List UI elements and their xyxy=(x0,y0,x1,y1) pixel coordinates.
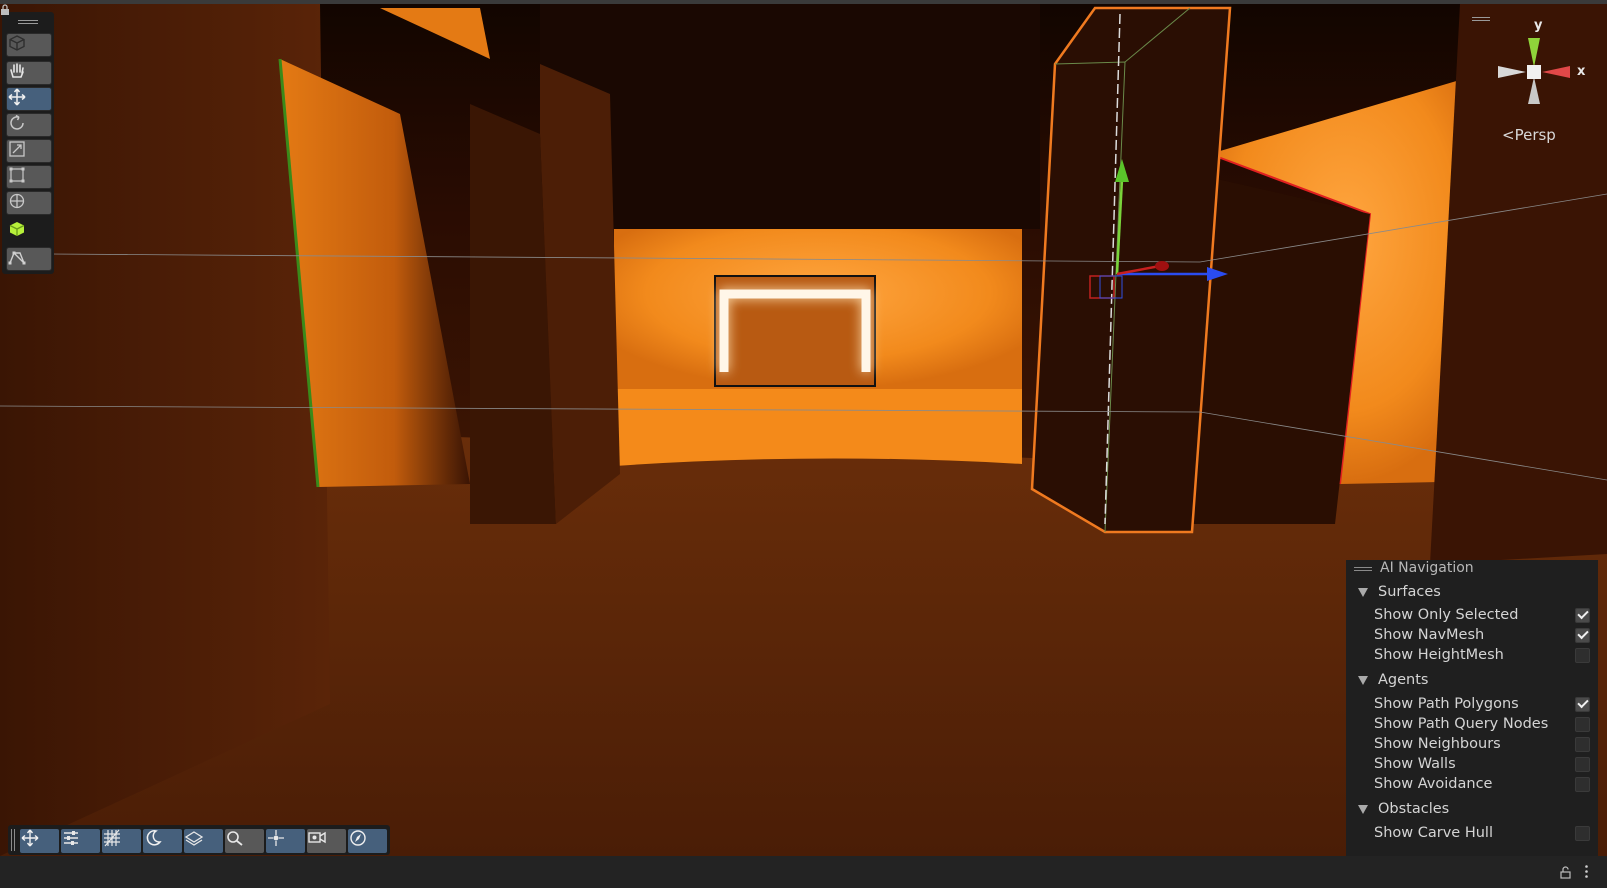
checkbox[interactable] xyxy=(1575,607,1590,623)
sliders-icon xyxy=(64,831,78,845)
scale-tool-button[interactable] xyxy=(6,139,52,163)
checkbox[interactable] xyxy=(1575,696,1590,712)
section-obstacles[interactable]: Obstacles xyxy=(1358,799,1449,819)
option-label: Show Neighbours xyxy=(1374,736,1501,752)
option-show-carve-hull[interactable]: Show Carve Hull xyxy=(1374,823,1590,843)
option-label: Show HeightMesh xyxy=(1374,647,1504,663)
projection-toggle[interactable]: <Persp xyxy=(1502,126,1556,144)
toolbar-grip-handle[interactable] xyxy=(11,829,12,851)
scene-view-toolbar xyxy=(8,825,390,855)
grid-toggle-button[interactable] xyxy=(102,829,141,853)
scene-viewport[interactable]: y x <Persp AI Navigation Surfaces Show O… xyxy=(0,4,1607,856)
transform-icon xyxy=(9,193,25,209)
option-label: Show Path Query Nodes xyxy=(1374,716,1549,732)
checkbox[interactable] xyxy=(1575,756,1590,772)
option-label: Show NavMesh xyxy=(1374,627,1485,643)
gizmo-grip-handle[interactable] xyxy=(1472,17,1490,18)
section-label: Surfaces xyxy=(1378,584,1441,600)
search-scene-button[interactable] xyxy=(225,829,264,853)
navmesh-tool-button[interactable] xyxy=(6,247,52,271)
search-icon xyxy=(227,831,243,846)
move-gizmo-toggle-button[interactable] xyxy=(20,829,59,853)
option-show-heightmesh[interactable]: Show HeightMesh xyxy=(1374,645,1590,665)
orientation-gizmo[interactable]: y x xyxy=(1494,18,1594,110)
move-arrows-icon xyxy=(21,829,39,847)
tools-grip-handle-line xyxy=(18,23,38,24)
navigation-overlay-button[interactable] xyxy=(348,829,387,853)
option-label: Show Avoidance xyxy=(1374,776,1493,792)
scale-icon xyxy=(9,141,25,157)
ai-navigation-header[interactable]: AI Navigation xyxy=(1346,560,1598,578)
view-tool-button[interactable] xyxy=(6,33,52,57)
section-label: Agents xyxy=(1378,672,1429,688)
scene-view-window: y x <Persp AI Navigation Surfaces Show O… xyxy=(0,0,1607,888)
checkbox[interactable] xyxy=(1575,736,1590,752)
check-icon xyxy=(1576,696,1589,709)
section-agents[interactable]: Agents xyxy=(1358,670,1428,690)
ai-navigation-overlay: AI Navigation Surfaces Show Only Selecte… xyxy=(1346,560,1598,856)
check-icon xyxy=(1576,627,1589,640)
tools-overlay xyxy=(2,12,54,274)
foldout-arrow-icon xyxy=(1358,675,1368,685)
lock-open-icon[interactable] xyxy=(1560,866,1571,879)
ai-navigation-title: AI Navigation xyxy=(1380,560,1474,576)
option-show-navmesh[interactable]: Show NavMesh xyxy=(1374,625,1590,645)
tools-grip-handle[interactable] xyxy=(18,20,38,21)
pivot-toggle-button[interactable] xyxy=(266,829,305,853)
rotate-icon xyxy=(10,114,24,130)
foldout-arrow-icon xyxy=(1358,587,1368,597)
projection-label: Persp xyxy=(1514,126,1556,144)
option-show-avoidance[interactable]: Show Avoidance xyxy=(1374,774,1590,794)
gizmo-y-label[interactable]: y xyxy=(1534,18,1542,33)
layers-icon xyxy=(184,831,204,846)
option-label: Show Path Polygons xyxy=(1374,696,1519,712)
section-surfaces[interactable]: Surfaces xyxy=(1358,582,1441,602)
camera-visibility-button[interactable] xyxy=(307,829,346,853)
option-label: Show Only Selected xyxy=(1374,607,1519,623)
option-show-neighbours[interactable]: Show Neighbours xyxy=(1374,734,1590,754)
option-label: Show Carve Hull xyxy=(1374,825,1493,841)
navmesh-path-icon xyxy=(8,251,26,265)
section-label: Obstacles xyxy=(1378,801,1450,817)
checkbox[interactable] xyxy=(1575,647,1590,663)
overlay-grip-handle[interactable] xyxy=(1354,567,1372,568)
checkbox[interactable] xyxy=(1575,627,1590,643)
gizmo-x-label[interactable]: x xyxy=(1577,64,1585,79)
moon-icon xyxy=(146,830,162,846)
green-cube-icon xyxy=(9,222,25,236)
checkbox[interactable] xyxy=(1575,716,1590,732)
option-show-only-selected[interactable]: Show Only Selected xyxy=(1374,605,1590,625)
rect-transform-icon xyxy=(9,167,25,183)
checkbox[interactable] xyxy=(1575,825,1590,841)
pivot-icon xyxy=(268,830,284,846)
scene-settings-button[interactable] xyxy=(61,829,100,853)
cube-outline-icon xyxy=(9,35,25,51)
option-label: Show Walls xyxy=(1374,756,1456,772)
option-show-path-query-nodes[interactable]: Show Path Query Nodes xyxy=(1374,714,1590,734)
kebab-menu-icon[interactable] xyxy=(1585,865,1588,878)
status-bar xyxy=(0,856,1607,888)
compass-icon xyxy=(350,830,366,846)
hand-icon xyxy=(10,63,24,78)
rect-tool-button[interactable] xyxy=(6,165,52,189)
rotate-tool-button[interactable] xyxy=(6,113,52,137)
chevron-left-icon: < xyxy=(1502,126,1515,144)
checkbox[interactable] xyxy=(1575,776,1590,792)
option-show-path-polygons[interactable]: Show Path Polygons xyxy=(1374,694,1590,714)
hand-tool-button[interactable] xyxy=(6,61,52,85)
custom-tool-button[interactable] xyxy=(6,219,52,243)
option-show-walls[interactable]: Show Walls xyxy=(1374,754,1590,774)
lighting-toggle-button[interactable] xyxy=(143,829,182,853)
lock-icon[interactable] xyxy=(0,4,10,16)
transform-tool-button[interactable] xyxy=(6,191,52,215)
foldout-arrow-icon xyxy=(1358,804,1368,814)
surface-snap-button[interactable] xyxy=(184,829,223,853)
camera-eye-icon xyxy=(308,831,326,844)
check-icon xyxy=(1576,607,1589,620)
grid-icon xyxy=(104,829,120,847)
move-arrows-icon xyxy=(8,88,26,106)
move-tool-button[interactable] xyxy=(6,87,52,111)
